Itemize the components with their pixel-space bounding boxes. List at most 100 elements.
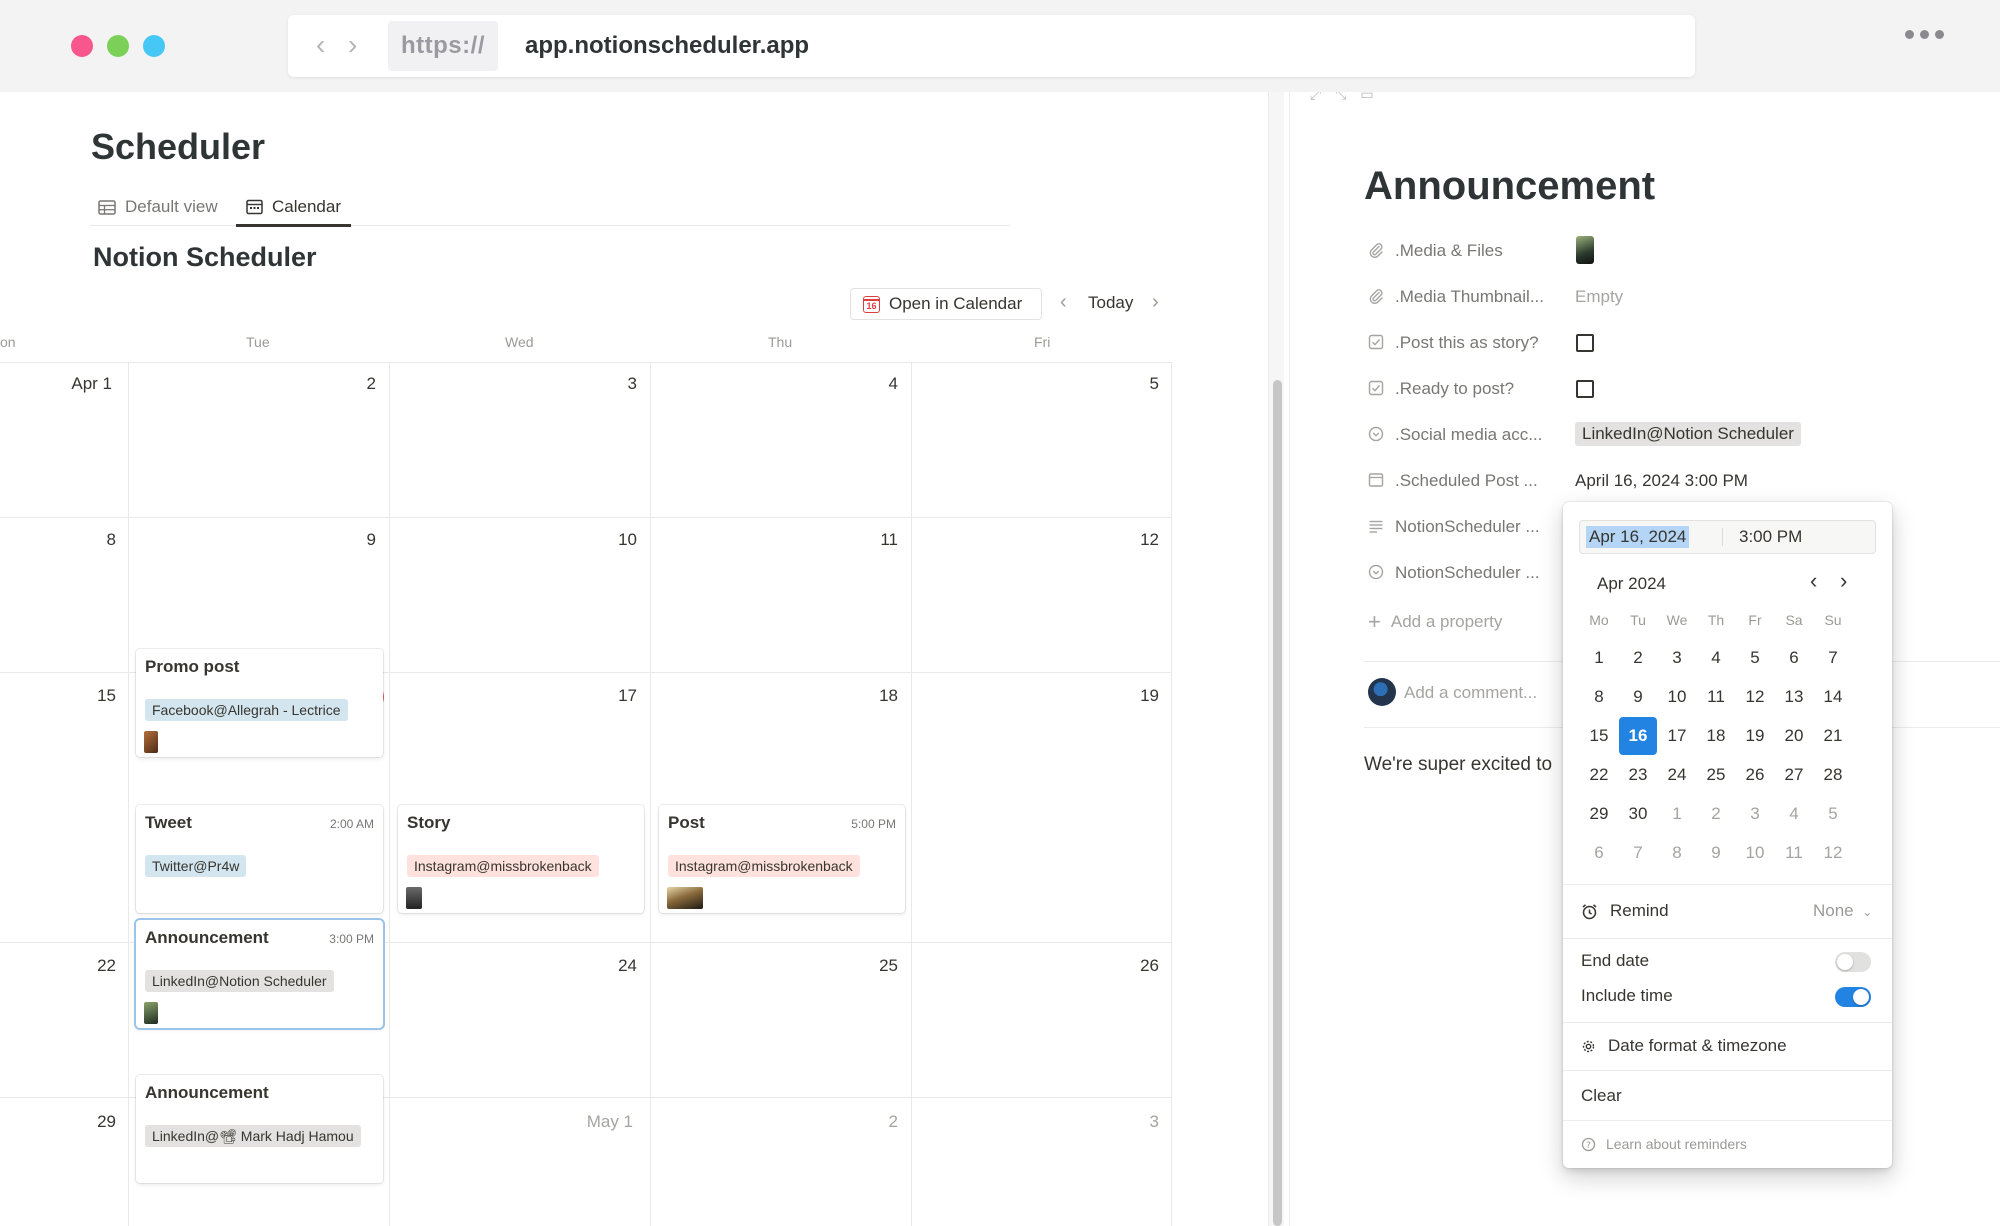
property-media-files[interactable]: .Media & Files	[1368, 235, 2000, 265]
next-month-icon[interactable]: ›	[1152, 291, 1159, 314]
day-cell[interactable]: 1	[1580, 639, 1618, 677]
add-property-button[interactable]: + Add a property	[1368, 609, 1502, 635]
media-file-thumbnail[interactable]	[1576, 236, 1594, 264]
learn-label: Learn about reminders	[1606, 1136, 1747, 1152]
day-cell[interactable]: 2	[1697, 795, 1735, 833]
day-cell[interactable]: 29	[1580, 795, 1618, 833]
date-input[interactable]: Apr 16, 2024	[1586, 526, 1690, 548]
day-cell[interactable]: 2	[1619, 639, 1657, 677]
day-cell[interactable]: 24	[1658, 756, 1696, 794]
weekday-label: We	[1666, 612, 1688, 628]
day-cell[interactable]: 6	[1775, 639, 1813, 677]
day-cell[interactable]: 1	[1658, 795, 1696, 833]
day-cell[interactable]: 3	[1658, 639, 1696, 677]
day-cell[interactable]: 9	[1619, 678, 1657, 716]
event-card-story[interactable]: Story Instagram@missbrokenback	[398, 805, 644, 913]
property-scheduled-post-date[interactable]: .Scheduled Post ... April 16, 2024 3:00 …	[1368, 465, 2000, 495]
next-month-icon[interactable]: ›	[1840, 568, 1847, 594]
day-cell[interactable]: 14	[1814, 678, 1852, 716]
day-cell[interactable]: 9	[1697, 834, 1735, 872]
previous-month-icon[interactable]: ‹	[1810, 568, 1817, 594]
day-cell[interactable]: 7	[1814, 639, 1852, 677]
date-format-timezone-option[interactable]: Date format & timezone	[1581, 1036, 1787, 1056]
day-cell[interactable]: 5	[1736, 639, 1774, 677]
clear-button[interactable]: Clear	[1581, 1086, 1622, 1106]
forward-arrow-icon[interactable]: ›	[348, 29, 357, 61]
event-card-promo-post[interactable]: Promo post Facebook@Allegrah - Lectrice	[136, 649, 383, 757]
day-cell[interactable]: 12	[1736, 678, 1774, 716]
learn-about-reminders-link[interactable]: ? Learn about reminders	[1581, 1136, 1747, 1152]
day-cell[interactable]: 6	[1580, 834, 1618, 872]
address-bar[interactable]: ‹ › https:// app.notionscheduler.app	[288, 15, 1695, 77]
day-cell[interactable]: 19	[1736, 717, 1774, 755]
day-cell[interactable]: 28	[1814, 756, 1852, 794]
day-cell[interactable]: 10	[1658, 678, 1696, 716]
day-cell[interactable]: 10	[1736, 834, 1774, 872]
today-button[interactable]: Today	[1088, 293, 1133, 313]
peek-page-title[interactable]: Announcement	[1364, 164, 1655, 209]
day-cell[interactable]: 13	[1775, 678, 1813, 716]
day-cell[interactable]: 23	[1619, 756, 1657, 794]
day-cell[interactable]: 8	[1658, 834, 1696, 872]
include-time-option[interactable]: Include time	[1581, 986, 1673, 1006]
property-social-media-account[interactable]: .Social media acc... LinkedIn@Notion Sch…	[1368, 419, 2000, 449]
url-host[interactable]: app.notionscheduler.app	[525, 21, 809, 71]
window-minimize-button[interactable]	[107, 35, 129, 57]
day-cell[interactable]: 12	[1814, 834, 1852, 872]
previous-month-icon[interactable]: ‹	[1060, 291, 1067, 314]
back-arrow-icon[interactable]: ‹	[316, 29, 325, 61]
day-cell[interactable]: 26	[1736, 756, 1774, 794]
day-cell[interactable]: 30	[1619, 795, 1657, 833]
property-ready-to-post[interactable]: .Ready to post?	[1368, 373, 2000, 403]
remind-dropdown[interactable]: None ⌄	[1813, 901, 1872, 921]
day-cell[interactable]: 11	[1775, 834, 1813, 872]
weekday-label: Fr	[1748, 612, 1762, 628]
scrollbar[interactable]	[1268, 92, 1284, 1226]
tab-calendar[interactable]: Calendar	[236, 188, 351, 227]
day-cell[interactable]: 27	[1775, 756, 1813, 794]
day-cell[interactable]: 15	[1580, 717, 1618, 755]
day-cell[interactable]: 25	[1697, 756, 1735, 794]
event-card-tweet[interactable]: Tweet 2:00 AM Twitter@Pr4w	[136, 805, 383, 913]
open-in-calendar-button[interactable]: 16 Open in Calendar	[850, 288, 1042, 320]
include-time-toggle[interactable]	[1835, 987, 1871, 1007]
scheduled-date-value[interactable]: April 16, 2024 3:00 PM	[1575, 471, 1748, 491]
day-cell[interactable]: 11	[1697, 678, 1735, 716]
window-close-button[interactable]	[71, 35, 93, 57]
time-input[interactable]: 3:00 PM	[1739, 527, 1802, 547]
end-date-toggle[interactable]	[1835, 952, 1871, 972]
post-as-story-checkbox[interactable]	[1576, 334, 1594, 352]
day-cell[interactable]: 8	[1580, 678, 1618, 716]
page-body-text[interactable]: We're super excited to	[1364, 754, 1552, 776]
day-cell[interactable]: 5	[1814, 795, 1852, 833]
day-cell[interactable]: 17	[1658, 717, 1696, 755]
comment-input[interactable]: Add a comment...	[1404, 683, 1537, 703]
social-account-tag[interactable]: LinkedIn@Notion Scheduler	[1575, 422, 1801, 446]
day-cell-selected[interactable]: 16	[1619, 717, 1657, 755]
day-cell[interactable]: 3	[1736, 795, 1774, 833]
day-cell[interactable]: 4	[1775, 795, 1813, 833]
day-cell[interactable]: 20	[1775, 717, 1813, 755]
event-card-post[interactable]: Post 5:00 PM Instagram@missbrokenback	[659, 805, 905, 913]
remind-value: None	[1813, 901, 1854, 920]
end-date-option[interactable]: End date	[1581, 951, 1649, 971]
day-cell[interactable]: 4	[1697, 639, 1735, 677]
event-card-announcement[interactable]: Announcement 3:00 PM LinkedIn@Notion Sch…	[136, 920, 383, 1028]
window-maximize-button[interactable]	[143, 35, 165, 57]
event-card-announcement-2[interactable]: Announcement LinkedIn@📽 Mark Hadj Hamou	[136, 1075, 383, 1183]
scrollbar-thumb[interactable]	[1273, 380, 1282, 1226]
ready-to-post-checkbox[interactable]	[1576, 380, 1594, 398]
property-media-thumbnail[interactable]: .Media Thumbnail... Empty	[1368, 281, 2000, 311]
day-cell[interactable]: 21	[1814, 717, 1852, 755]
property-post-as-story[interactable]: .Post this as story?	[1368, 327, 2000, 357]
text-lines-icon	[1369, 520, 1383, 533]
more-options-icon[interactable]	[1905, 30, 1945, 42]
day-cell[interactable]: 18	[1697, 717, 1735, 755]
day-cell[interactable]: 22	[1580, 756, 1618, 794]
remind-option[interactable]: Remind	[1581, 901, 1669, 921]
day-cell[interactable]: 7	[1619, 834, 1657, 872]
tab-default-view[interactable]: Default view	[98, 188, 218, 226]
media-thumbnail	[144, 1002, 158, 1024]
date-time-input[interactable]: Apr 16, 2024 3:00 PM	[1579, 520, 1876, 554]
peek-toolbar-icons[interactable]: ⤢⤡▭	[1310, 92, 1388, 103]
